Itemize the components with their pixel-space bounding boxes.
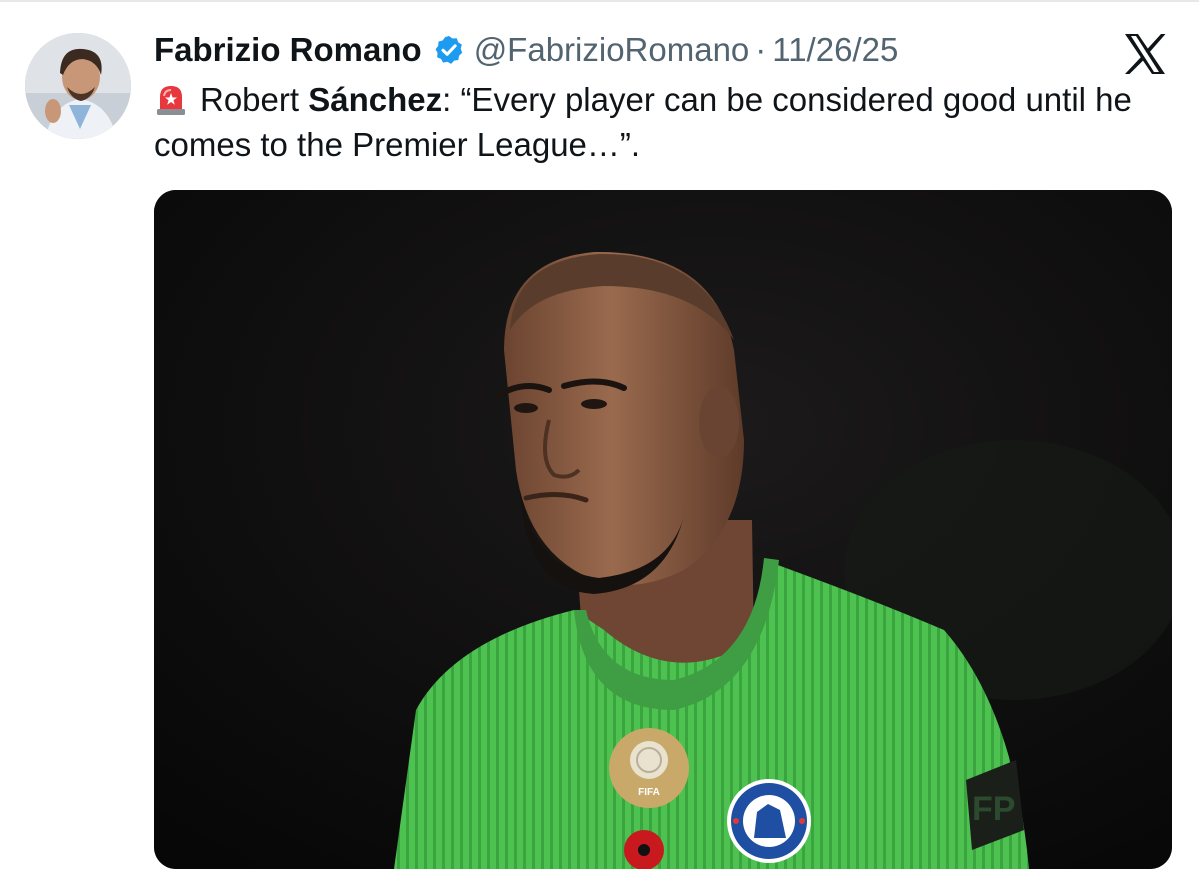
tweet-media-photo[interactable]: FP FIFA [154, 190, 1172, 869]
tweet-date[interactable]: 11/26/25 [772, 31, 898, 69]
x-logo-icon[interactable] [1121, 30, 1169, 78]
top-divider [0, 0, 1199, 2]
tweet-text-prefix: Robert [200, 81, 309, 118]
author-avatar[interactable] [25, 33, 131, 139]
tweet-header: Fabrizio Romano @FabrizioRomano · 11/26/… [154, 28, 898, 72]
author-handle[interactable]: @FabrizioRomano [474, 31, 750, 69]
svg-text:FIFA: FIFA [638, 787, 660, 798]
author-name[interactable]: Fabrizio Romano [154, 31, 422, 69]
rotating-light-emoji-icon [154, 82, 188, 116]
svg-text:FP: FP [972, 790, 1015, 828]
header-separator: · [755, 31, 767, 68]
verified-badge-icon [433, 34, 465, 66]
tweet-text-bold-name: Sánchez [308, 81, 443, 118]
tweet-text: Robert Sánchez: “Every player can be con… [154, 77, 1164, 167]
